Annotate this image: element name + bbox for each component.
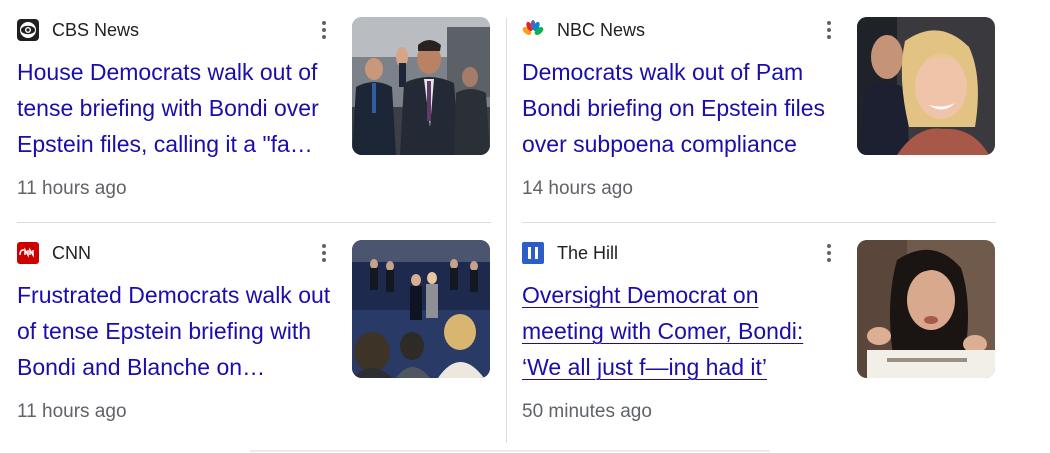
the-hill-logo-icon [522, 242, 544, 264]
more-options-icon[interactable] [822, 18, 836, 42]
article-thumbnail[interactable] [857, 240, 995, 378]
news-source: The Hill [522, 241, 618, 265]
article-thumbnail[interactable] [352, 240, 490, 378]
news-card[interactable]: The Hill Oversight Democrat on meeting w… [522, 240, 997, 440]
source-name: NBC News [557, 19, 646, 40]
nbc-peacock-icon [522, 19, 544, 41]
timestamp: 11 hours ago [17, 178, 127, 199]
news-results-grid: CBS News House Democrats walk out of ten… [0, 0, 1050, 453]
news-card[interactable]: NBC News Democrats walk out of Pam Bondi… [522, 17, 997, 217]
more-options-icon[interactable] [317, 241, 331, 265]
bottom-divider [250, 450, 770, 452]
timestamp: 50 minutes ago [522, 401, 652, 422]
headline-link[interactable]: House Democrats walk out of tense briefi… [17, 54, 337, 162]
row-divider [522, 222, 996, 223]
news-source: CNN [17, 241, 91, 265]
headline-link[interactable]: Oversight Democrat on meeting with Comer… [522, 277, 842, 385]
more-options-icon[interactable] [317, 18, 331, 42]
timestamp: 14 hours ago [522, 178, 633, 199]
news-card[interactable]: CBS News House Democrats walk out of ten… [17, 17, 492, 217]
cbs-eye-icon [17, 19, 39, 41]
article-thumbnail[interactable] [857, 17, 995, 155]
row-divider [17, 222, 491, 223]
more-options-icon[interactable] [822, 241, 836, 265]
news-source: CBS News [17, 18, 139, 42]
source-name: CBS News [52, 19, 140, 40]
news-source: NBC News [522, 18, 645, 42]
column-divider [506, 18, 507, 443]
cnn-logo-icon [17, 242, 39, 264]
headline-link[interactable]: Frustrated Democrats walk out of tense E… [17, 277, 337, 385]
source-name: The Hill [557, 242, 619, 263]
news-card[interactable]: CNN Frustrated Democrats walk out of ten… [17, 240, 492, 440]
article-thumbnail[interactable] [352, 17, 490, 155]
timestamp: 11 hours ago [17, 401, 127, 422]
source-name: CNN [52, 242, 91, 263]
headline-link[interactable]: Democrats walk out of Pam Bondi briefing… [522, 54, 842, 162]
